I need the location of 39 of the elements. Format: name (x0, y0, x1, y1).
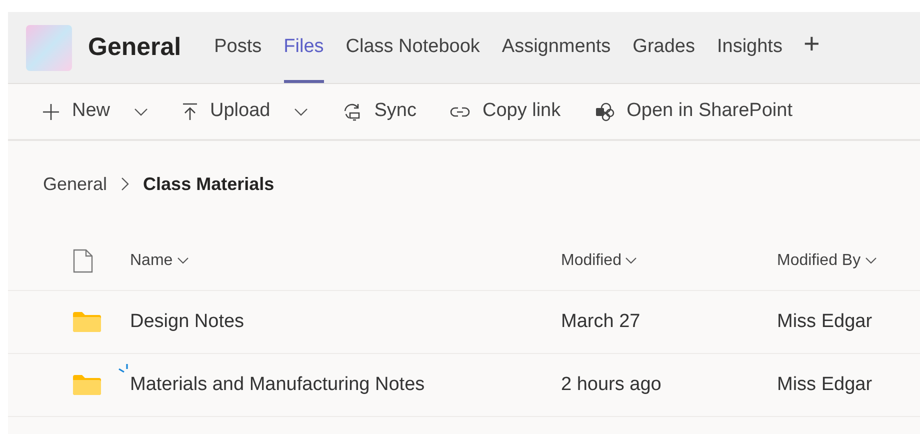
plus-icon (42, 102, 60, 120)
file-name: Materials and Manufacturing Notes (130, 374, 425, 395)
modified-by: Miss Edgar (777, 310, 872, 332)
chevron-right-icon (121, 177, 130, 191)
tab[interactable]: Posts (203, 12, 273, 83)
tab[interactable]: Assignments (490, 12, 622, 83)
folder-icon (73, 375, 101, 395)
file-row[interactable]: Design Notes March 27 Miss Edgar (8, 291, 920, 354)
chevron-down-icon (864, 257, 877, 264)
toolbar-button[interactable]: Upload (182, 97, 308, 126)
tab[interactable]: Insights (706, 12, 794, 83)
file-row[interactable]: Materials and Manufacturing Notes 2 hours ago Miss Edgar (8, 354, 920, 417)
channel-title: General (88, 32, 182, 63)
tab[interactable]: Class Notebook (334, 12, 491, 83)
file-icon (73, 248, 93, 272)
modified-date: March 27 (561, 310, 640, 332)
upload-icon (182, 102, 198, 120)
column-header[interactable]: Modified (561, 248, 638, 272)
toolbar-button[interactable]: Open in SharePoint (594, 97, 792, 126)
breadcrumb-link[interactable]: Class Materials (143, 170, 274, 198)
link-icon (450, 104, 470, 118)
add-tab-button[interactable]: + (793, 12, 830, 83)
toolbar-button[interactable]: New (42, 97, 148, 126)
toolbar-button[interactable]: Copy link (450, 97, 561, 126)
breadcrumb-link[interactable]: General (43, 170, 108, 198)
chevron-down-icon (625, 257, 638, 264)
modified-date: 2 hours ago (561, 374, 662, 395)
folder-icon (73, 312, 101, 332)
modified-by: Miss Edgar (777, 374, 872, 395)
column-header[interactable]: Name (130, 248, 189, 272)
file-name: Design Notes (130, 310, 244, 332)
toolbar-button[interactable]: Sync (342, 97, 416, 126)
tab[interactable]: Grades (622, 12, 706, 83)
sync-icon (342, 102, 362, 120)
chevron-down-icon (176, 257, 189, 264)
team-picture (26, 24, 72, 70)
sharepoint-icon (594, 102, 615, 122)
tab[interactable]: Files (272, 12, 335, 83)
column-header[interactable]: Modified By (777, 248, 877, 272)
